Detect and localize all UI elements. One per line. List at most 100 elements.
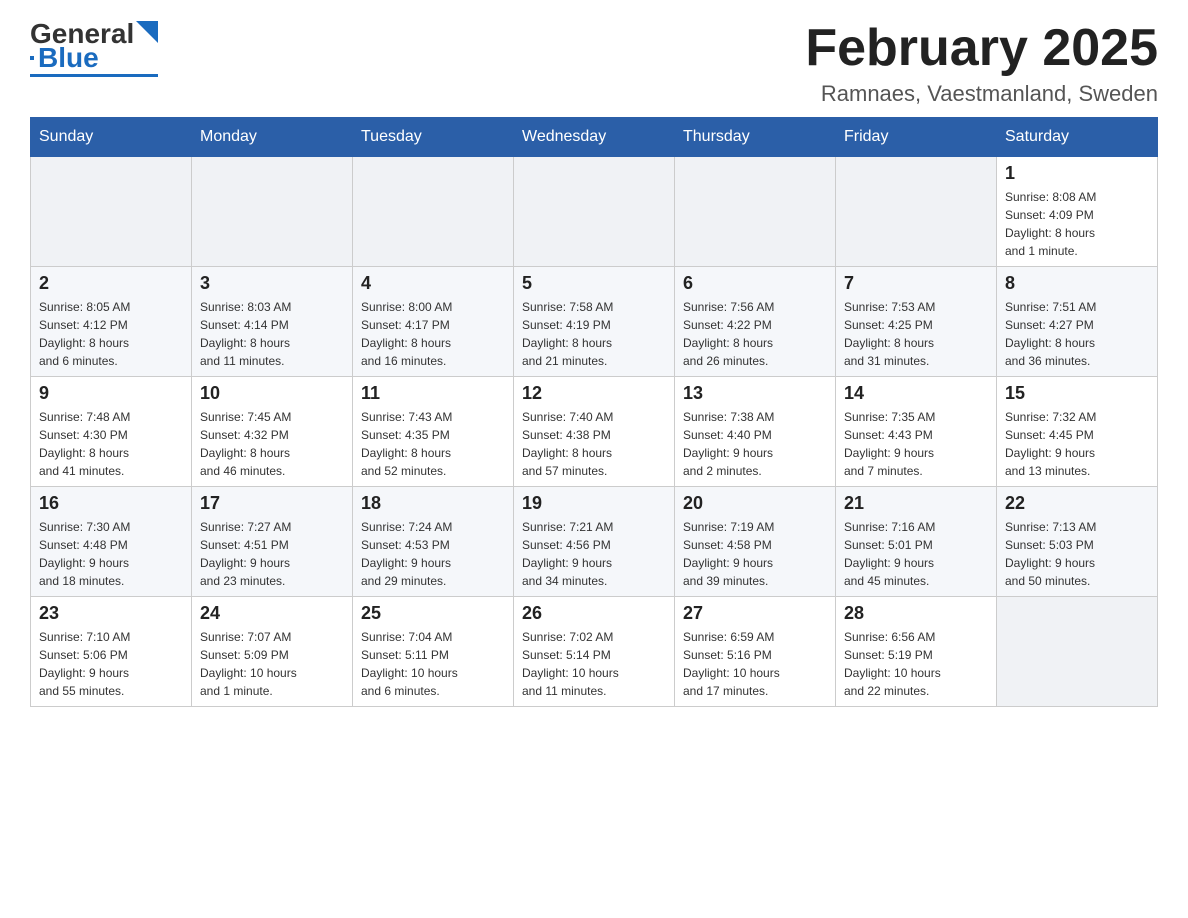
- day-info: Sunrise: 7:24 AM Sunset: 4:53 PM Dayligh…: [361, 518, 505, 590]
- day-info: Sunrise: 6:59 AM Sunset: 5:16 PM Dayligh…: [683, 628, 827, 700]
- calendar-cell: 7 Sunrise: 7:53 AM Sunset: 4:25 PM Daylig…: [836, 267, 997, 377]
- day-info: Sunrise: 7:53 AM Sunset: 4:25 PM Dayligh…: [844, 298, 988, 370]
- day-info: Sunrise: 7:19 AM Sunset: 4:58 PM Dayligh…: [683, 518, 827, 590]
- day-number: 2: [39, 273, 183, 294]
- calendar-cell: 3 Sunrise: 8:03 AM Sunset: 4:14 PM Daylig…: [192, 267, 353, 377]
- day-info: Sunrise: 7:16 AM Sunset: 5:01 PM Dayligh…: [844, 518, 988, 590]
- calendar-cell: 13 Sunrise: 7:38 AM Sunset: 4:40 PM Dayli…: [675, 377, 836, 487]
- weekday-header-row: SundayMondayTuesdayWednesdayThursdayFrid…: [31, 118, 1158, 157]
- day-number: 26: [522, 603, 666, 624]
- day-info: Sunrise: 7:30 AM Sunset: 4:48 PM Dayligh…: [39, 518, 183, 590]
- calendar-cell: [514, 157, 675, 267]
- day-info: Sunrise: 7:27 AM Sunset: 4:51 PM Dayligh…: [200, 518, 344, 590]
- calendar-cell: [192, 157, 353, 267]
- header-tuesday: Tuesday: [353, 118, 514, 157]
- day-number: 8: [1005, 273, 1149, 294]
- calendar-cell: 4 Sunrise: 8:00 AM Sunset: 4:17 PM Daylig…: [353, 267, 514, 377]
- day-number: 14: [844, 383, 988, 404]
- week-row-5: 23Sunrise: 7:10 AM Sunset: 5:06 PM Dayli…: [31, 597, 1158, 707]
- day-info: Sunrise: 7:48 AM Sunset: 4:30 PM Dayligh…: [39, 408, 183, 480]
- week-row-2: 2 Sunrise: 8:05 AM Sunset: 4:12 PM Daylig…: [31, 267, 1158, 377]
- day-info: Sunrise: 7:21 AM Sunset: 4:56 PM Dayligh…: [522, 518, 666, 590]
- header-wednesday: Wednesday: [514, 118, 675, 157]
- calendar-cell: 2 Sunrise: 8:05 AM Sunset: 4:12 PM Daylig…: [31, 267, 192, 377]
- day-number: 10: [200, 383, 344, 404]
- calendar-cell: 19 Sunrise: 7:21 AM Sunset: 4:56 PM Dayli…: [514, 487, 675, 597]
- day-info: Sunrise: 7:02 AM Sunset: 5:14 PM Dayligh…: [522, 628, 666, 700]
- calendar-cell: 9 Sunrise: 7:48 AM Sunset: 4:30 PM Daylig…: [31, 377, 192, 487]
- day-info: Sunrise: 7:40 AM Sunset: 4:38 PM Dayligh…: [522, 408, 666, 480]
- calendar-cell: [353, 157, 514, 267]
- day-number: 21: [844, 493, 988, 514]
- day-info: Sunrise: 8:03 AM Sunset: 4:14 PM Dayligh…: [200, 298, 344, 370]
- calendar-cell: 24 Sunrise: 7:07 AM Sunset: 5:09 PM Dayli…: [192, 597, 353, 707]
- day-number: 22: [1005, 493, 1149, 514]
- calendar-cell: 12 Sunrise: 7:40 AM Sunset: 4:38 PM Dayli…: [514, 377, 675, 487]
- day-info: Sunrise: 7:32 AM Sunset: 4:45 PM Dayligh…: [1005, 408, 1149, 480]
- day-number: 25: [361, 603, 505, 624]
- day-info: Sunrise: 7:56 AM Sunset: 4:22 PM Dayligh…: [683, 298, 827, 370]
- day-info: Sunrise: 7:58 AM Sunset: 4:19 PM Dayligh…: [522, 298, 666, 370]
- calendar-cell: 18Sunrise: 7:24 AM Sunset: 4:53 PM Dayli…: [353, 487, 514, 597]
- day-info: Sunrise: 7:38 AM Sunset: 4:40 PM Dayligh…: [683, 408, 827, 480]
- day-number: 28: [844, 603, 988, 624]
- calendar-cell: 27Sunrise: 6:59 AM Sunset: 5:16 PM Dayli…: [675, 597, 836, 707]
- calendar-cell: 16 Sunrise: 7:30 AM Sunset: 4:48 PM Dayli…: [31, 487, 192, 597]
- week-row-3: 9 Sunrise: 7:48 AM Sunset: 4:30 PM Daylig…: [31, 377, 1158, 487]
- day-info: Sunrise: 7:51 AM Sunset: 4:27 PM Dayligh…: [1005, 298, 1149, 370]
- day-info: Sunrise: 7:04 AM Sunset: 5:11 PM Dayligh…: [361, 628, 505, 700]
- calendar-cell: 11 Sunrise: 7:43 AM Sunset: 4:35 PM Dayli…: [353, 377, 514, 487]
- logo: General Blue: [30, 20, 158, 77]
- calendar-cell: 15 Sunrise: 7:32 AM Sunset: 4:45 PM Dayli…: [997, 377, 1158, 487]
- day-number: 11: [361, 383, 505, 404]
- title-area: February 2025 Ramnaes, Vaestmanland, Swe…: [805, 20, 1158, 107]
- calendar-table: SundayMondayTuesdayWednesdayThursdayFrid…: [30, 117, 1158, 707]
- calendar-cell: 6 Sunrise: 7:56 AM Sunset: 4:22 PM Daylig…: [675, 267, 836, 377]
- header-thursday: Thursday: [675, 118, 836, 157]
- logo-underline: [30, 74, 158, 77]
- day-number: 6: [683, 273, 827, 294]
- calendar-cell: 1Sunrise: 8:08 AM Sunset: 4:09 PM Daylig…: [997, 157, 1158, 267]
- day-info: Sunrise: 8:05 AM Sunset: 4:12 PM Dayligh…: [39, 298, 183, 370]
- calendar-cell: 14 Sunrise: 7:35 AM Sunset: 4:43 PM Dayli…: [836, 377, 997, 487]
- day-info: Sunrise: 7:35 AM Sunset: 4:43 PM Dayligh…: [844, 408, 988, 480]
- day-info: Sunrise: 8:00 AM Sunset: 4:17 PM Dayligh…: [361, 298, 505, 370]
- header-saturday: Saturday: [997, 118, 1158, 157]
- calendar-cell: [997, 597, 1158, 707]
- week-row-4: 16 Sunrise: 7:30 AM Sunset: 4:48 PM Dayli…: [31, 487, 1158, 597]
- day-number: 24: [200, 603, 344, 624]
- calendar-cell: 26 Sunrise: 7:02 AM Sunset: 5:14 PM Dayli…: [514, 597, 675, 707]
- day-info: Sunrise: 6:56 AM Sunset: 5:19 PM Dayligh…: [844, 628, 988, 700]
- calendar-cell: [675, 157, 836, 267]
- day-number: 19: [522, 493, 666, 514]
- day-number: 7: [844, 273, 988, 294]
- day-number: 20: [683, 493, 827, 514]
- day-info: Sunrise: 7:07 AM Sunset: 5:09 PM Dayligh…: [200, 628, 344, 700]
- calendar-title: February 2025: [805, 20, 1158, 77]
- day-number: 3: [200, 273, 344, 294]
- calendar-subtitle: Ramnaes, Vaestmanland, Sweden: [805, 81, 1158, 107]
- calendar-cell: 10 Sunrise: 7:45 AM Sunset: 4:32 PM Dayli…: [192, 377, 353, 487]
- calendar-cell: 17 Sunrise: 7:27 AM Sunset: 4:51 PM Dayli…: [192, 487, 353, 597]
- logo-triangle-icon: [136, 21, 158, 43]
- day-number: 12: [522, 383, 666, 404]
- day-number: 5: [522, 273, 666, 294]
- calendar-cell: 5 Sunrise: 7:58 AM Sunset: 4:19 PM Daylig…: [514, 267, 675, 377]
- logo-blue: Blue: [38, 44, 99, 72]
- day-number: 1: [1005, 163, 1149, 184]
- day-number: 15: [1005, 383, 1149, 404]
- calendar-cell: 22 Sunrise: 7:13 AM Sunset: 5:03 PM Dayli…: [997, 487, 1158, 597]
- day-number: 23: [39, 603, 183, 624]
- day-number: 16: [39, 493, 183, 514]
- calendar-cell: 8 Sunrise: 7:51 AM Sunset: 4:27 PM Daylig…: [997, 267, 1158, 377]
- day-number: 4: [361, 273, 505, 294]
- day-number: 17: [200, 493, 344, 514]
- day-info: Sunrise: 7:43 AM Sunset: 4:35 PM Dayligh…: [361, 408, 505, 480]
- calendar-cell: [31, 157, 192, 267]
- calendar-cell: 20 Sunrise: 7:19 AM Sunset: 4:58 PM Dayli…: [675, 487, 836, 597]
- day-number: 13: [683, 383, 827, 404]
- day-info: Sunrise: 7:45 AM Sunset: 4:32 PM Dayligh…: [200, 408, 344, 480]
- calendar-cell: [836, 157, 997, 267]
- day-number: 9: [39, 383, 183, 404]
- day-info: Sunrise: 7:13 AM Sunset: 5:03 PM Dayligh…: [1005, 518, 1149, 590]
